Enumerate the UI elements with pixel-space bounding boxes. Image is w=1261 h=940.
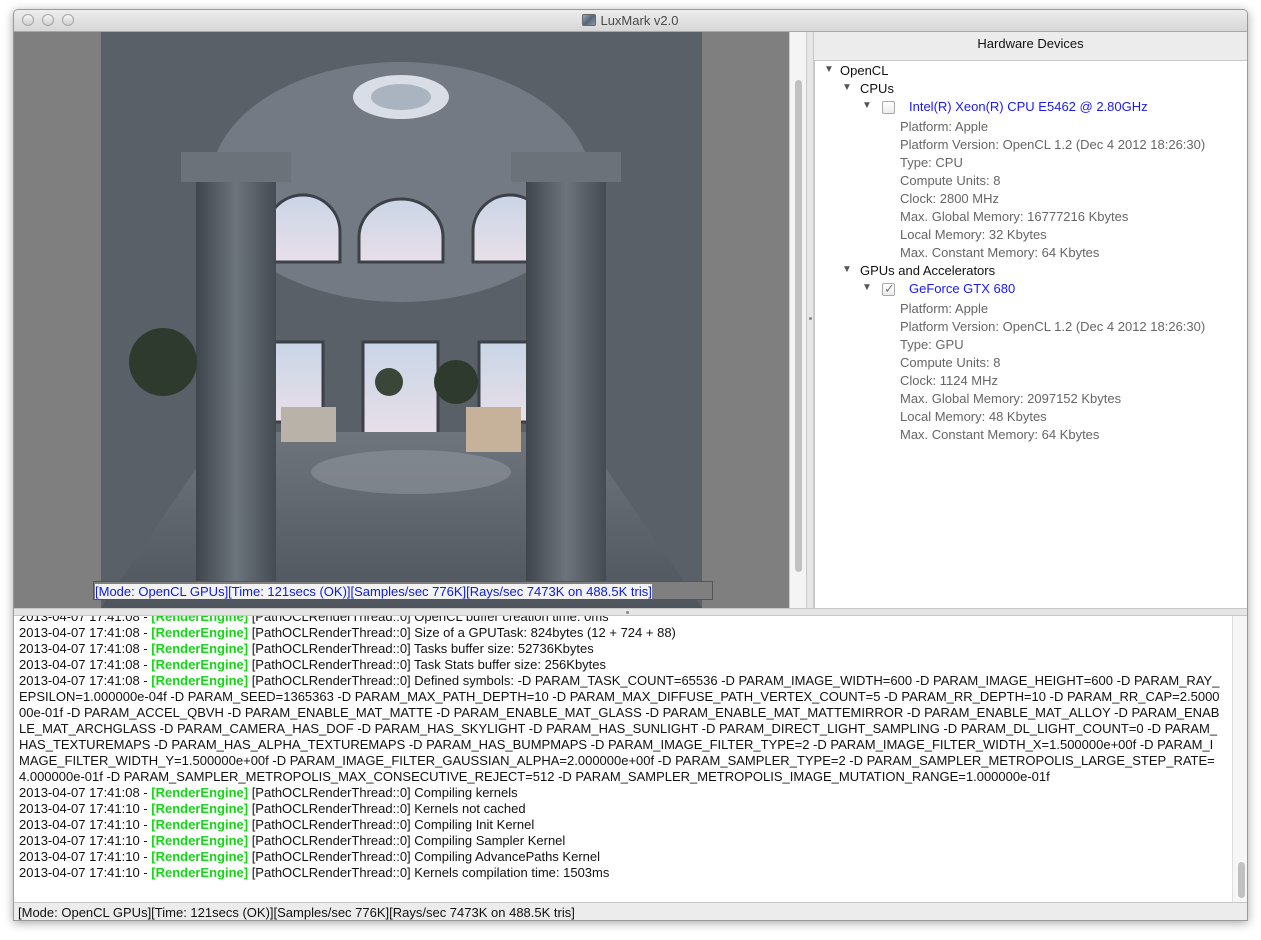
gpu-prop-platform-version: Platform Version: OpenCL 1.2 (Dec 4 2012… — [900, 319, 1206, 334]
gpu-prop-local-memory: Local Memory: 48 Kbytes — [900, 409, 1047, 424]
log-timestamp: 2013-04-07 17:41:08 - — [19, 641, 152, 656]
render-vertical-scrollbar[interactable] — [789, 32, 806, 608]
log-timestamp: 2013-04-07 17:41:08 - — [19, 616, 152, 624]
log-message: [PathOCLRenderThread::0] Compiling Init … — [248, 817, 535, 832]
render-view[interactable] — [14, 32, 806, 608]
log-tag: [RenderEngine] — [151, 817, 249, 832]
log-tag: [RenderEngine] — [151, 785, 249, 800]
log-line: 2013-04-07 17:41:10 - [RenderEngine] [Pa… — [19, 849, 1224, 865]
cpu-prop-clock: Clock: 2800 MHz — [900, 191, 999, 206]
app-icon — [582, 14, 597, 26]
cpu-prop-global-memory: Max. Global Memory: 16777216 Kbytes — [900, 209, 1129, 224]
log-line: 2013-04-07 17:41:08 - [RenderEngine] [Pa… — [19, 785, 1224, 801]
gpu-prop-constant-memory: Max. Constant Memory: 64 Kbytes — [900, 427, 1100, 442]
cpu-prop-platform-version: Platform Version: OpenCL 1.2 (Dec 4 2012… — [900, 137, 1206, 152]
log-tag: [RenderEngine] — [151, 849, 249, 864]
cpu-device-checkbox[interactable] — [882, 101, 895, 114]
gpu-device-name[interactable]: GeForce GTX 680 — [909, 280, 1015, 298]
vertical-splitter-handle[interactable] — [806, 32, 814, 608]
log-lines: 2013-04-07 17:41:08 - [RenderEngine] [Pa… — [19, 616, 1224, 881]
hardware-devices-header: Hardware Devices — [977, 36, 1084, 51]
status-bar: [Mode: OpenCL GPUs][Time: 121secs (OK)][… — [14, 902, 1247, 920]
log-line: 2013-04-07 17:41:08 - [RenderEngine] [Pa… — [19, 673, 1224, 785]
log-line: 2013-04-07 17:41:08 - [RenderEngine] [Pa… — [19, 657, 1224, 673]
expand-opencl-icon[interactable]: ▼ — [824, 64, 834, 75]
log-tag: [RenderEngine] — [151, 657, 249, 672]
tree-node-gpus-accelerators[interactable]: GPUs and Accelerators — [860, 262, 995, 280]
log-message: [PathOCLRenderThread::0] Compiling Advan… — [248, 849, 600, 864]
log-tag: [RenderEngine] — [151, 625, 249, 640]
log-tag: [RenderEngine] — [151, 865, 249, 880]
cpu-prop-constant-memory: Max. Constant Memory: 64 Kbytes — [900, 245, 1100, 260]
log-tag: [RenderEngine] — [151, 801, 249, 816]
log-timestamp: 2013-04-07 17:41:08 - — [19, 785, 152, 800]
log-message: [PathOCLRenderThread::0] Kernels compila… — [248, 865, 610, 880]
rendered-scene-image — [101, 32, 702, 608]
log-tag: [RenderEngine] — [151, 833, 249, 848]
cpu-prop-platform: Platform: Apple — [900, 119, 989, 134]
hardware-devices-panel: Hardware Devices ▼ OpenCL ▼ CPUs ▼ Intel… — [814, 32, 1247, 608]
hardware-devices-tree[interactable]: ▼ OpenCL ▼ CPUs ▼ Intel(R) Xeon(R) CPU E… — [814, 60, 1247, 608]
luxmark-window: LuxMark v2.0 [Mode: OpenCL GPUs][Time: 1… — [13, 9, 1248, 921]
tree-node-opencl[interactable]: OpenCL — [840, 62, 888, 80]
window-title: LuxMark v2.0 — [600, 13, 679, 28]
log-tag: [RenderEngine] — [151, 616, 249, 624]
title-bar: LuxMark v2.0 — [14, 10, 1247, 32]
cpu-prop-type: Type: CPU — [900, 155, 963, 170]
log-message: [PathOCLRenderThread::0] Compiling kerne… — [248, 785, 518, 800]
log-timestamp: 2013-04-07 17:41:10 - — [19, 817, 152, 832]
expand-gpus-icon[interactable]: ▼ — [842, 264, 852, 275]
log-line: 2013-04-07 17:41:08 - [RenderEngine] [Pa… — [19, 625, 1224, 641]
log-message: [PathOCLRenderThread::0] Tasks buffer si… — [248, 641, 594, 656]
expand-cpu-device-icon[interactable]: ▼ — [862, 100, 872, 111]
gpu-prop-compute-units: Compute Units: 8 — [900, 355, 1001, 370]
log-timestamp: 2013-04-07 17:41:10 - — [19, 849, 152, 864]
log-timestamp: 2013-04-07 17:41:08 - — [19, 625, 152, 640]
gpu-prop-platform: Platform: Apple — [900, 301, 989, 316]
horizontal-splitter-handle[interactable] — [14, 608, 1247, 616]
log-tag: [RenderEngine] — [151, 641, 249, 656]
log-line: 2013-04-07 17:41:10 - [RenderEngine] [Pa… — [19, 817, 1224, 833]
window-title-area: LuxMark v2.0 — [14, 13, 1247, 28]
tree-node-cpus[interactable]: CPUs — [860, 80, 894, 98]
log-message: [PathOCLRenderThread::0] Compiling Sampl… — [248, 833, 566, 848]
gpu-prop-clock: Clock: 1124 MHz — [900, 373, 999, 388]
log-message: [PathOCLRenderThread::0] OpenCL buffer c… — [248, 616, 609, 624]
log-line: 2013-04-07 17:41:08 - [RenderEngine] [Pa… — [19, 641, 1224, 657]
log-vertical-scrollbar[interactable] — [1232, 616, 1247, 902]
log-line: 2013-04-07 17:41:10 - [RenderEngine] [Pa… — [19, 833, 1224, 849]
log-message: [PathOCLRenderThread::0] Kernels not cac… — [248, 801, 526, 816]
splitter-grip-icon — [809, 317, 812, 320]
cpu-prop-compute-units: Compute Units: 8 — [900, 173, 1001, 188]
expand-gpu-device-icon[interactable]: ▼ — [862, 282, 872, 293]
render-overlay-status-text: [Mode: OpenCL GPUs][Time: 121secs (OK)][… — [95, 584, 652, 599]
log-scroll-thumb[interactable] — [1238, 862, 1245, 898]
log-panel[interactable]: 2013-04-07 17:41:08 - [RenderEngine] [Pa… — [14, 616, 1247, 902]
log-message: [PathOCLRenderThread::0] Defined symbols… — [19, 673, 1220, 784]
log-message: [PathOCLRenderThread::0] Size of a GPUTa… — [248, 625, 676, 640]
gpu-prop-global-memory: Max. Global Memory: 2097152 Kbytes — [900, 391, 1122, 406]
gpu-prop-type: Type: GPU — [900, 337, 964, 352]
expand-cpus-icon[interactable]: ▼ — [842, 82, 852, 93]
log-timestamp: 2013-04-07 17:41:10 - — [19, 801, 152, 816]
gpu-device-checkbox[interactable] — [882, 281, 895, 297]
rendered-room-illustration — [101, 32, 702, 608]
cpu-prop-local-memory: Local Memory: 32 Kbytes — [900, 227, 1047, 242]
log-message: [PathOCLRenderThread::0] Task Stats buff… — [248, 657, 607, 672]
log-line: 2013-04-07 17:41:10 - [RenderEngine] [Pa… — [19, 801, 1224, 817]
splitter-grip-icon — [626, 611, 629, 614]
log-timestamp: 2013-04-07 17:41:08 - — [19, 657, 152, 672]
log-timestamp: 2013-04-07 17:41:08 - — [19, 673, 152, 688]
log-line: 2013-04-07 17:41:08 - [RenderEngine] [Pa… — [19, 616, 1224, 625]
render-scroll-thumb[interactable] — [795, 80, 802, 572]
log-tag: [RenderEngine] — [151, 673, 249, 688]
log-timestamp: 2013-04-07 17:41:10 - — [19, 865, 152, 880]
log-timestamp: 2013-04-07 17:41:10 - — [19, 833, 152, 848]
render-overlay-status: [Mode: OpenCL GPUs][Time: 121secs (OK)][… — [93, 581, 713, 600]
log-line: 2013-04-07 17:41:10 - [RenderEngine] [Pa… — [19, 865, 1224, 881]
cpu-device-name[interactable]: Intel(R) Xeon(R) CPU E5462 @ 2.80GHz — [909, 98, 1148, 116]
